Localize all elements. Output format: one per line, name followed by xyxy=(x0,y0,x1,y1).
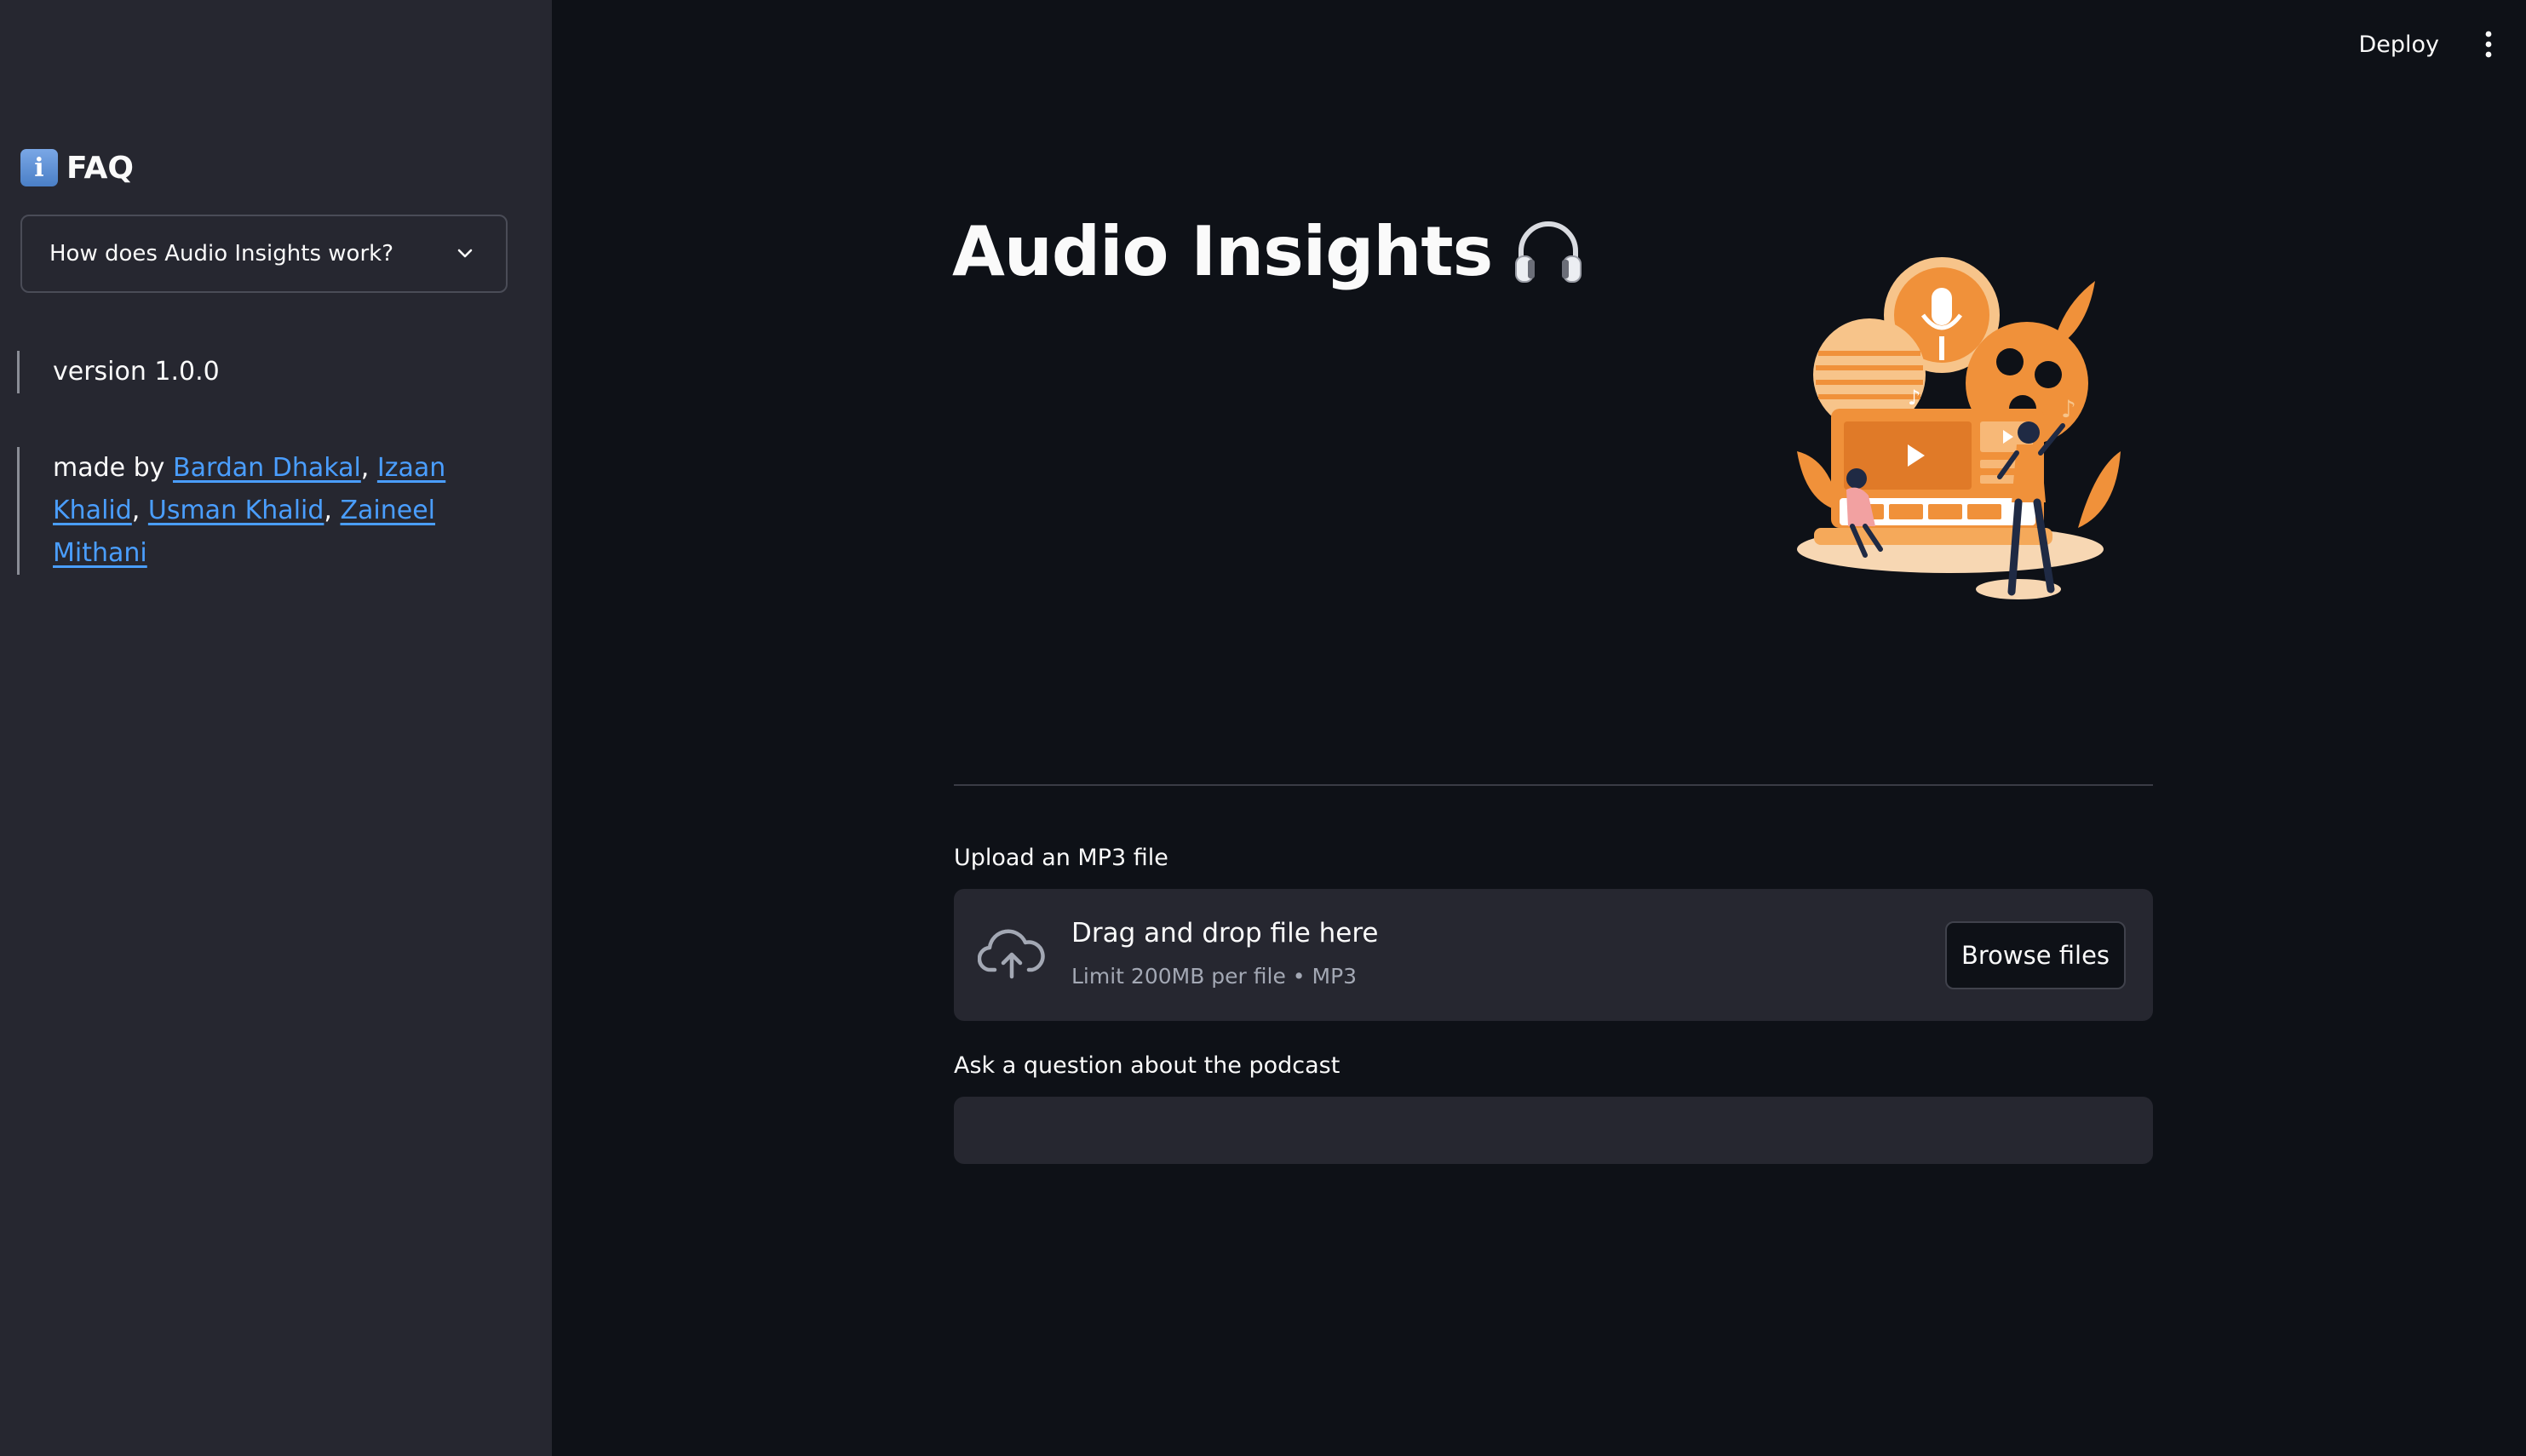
dropzone-title: Drag and drop file here xyxy=(1071,918,1379,949)
svg-text:♪: ♪ xyxy=(2061,395,2076,423)
podcast-illustration: ♪ ♪ xyxy=(1797,257,2121,599)
upload-label: Upload an MP3 file xyxy=(954,845,1168,871)
question-input[interactable] xyxy=(954,1097,2153,1164)
info-icon: i xyxy=(20,149,58,186)
kebab-menu-icon[interactable] xyxy=(2478,29,2499,60)
author-link-bardan[interactable]: Bardan Dhakal xyxy=(173,453,361,483)
version-text: version 1.0.0 xyxy=(53,357,220,387)
svg-text:♪: ♪ xyxy=(1908,386,1920,410)
cloud-upload-icon xyxy=(978,929,1045,979)
file-dropzone[interactable]: Drag and drop file here Limit 200MB per … xyxy=(954,889,2153,1021)
page-title: Audio Insights xyxy=(952,204,1586,298)
faq-heading: i FAQ xyxy=(20,145,134,191)
version-blockquote: version 1.0.0 xyxy=(17,351,220,393)
dropzone-limit: Limit 200MB per file • MP3 xyxy=(1071,964,1358,989)
browse-files-button[interactable]: Browse files xyxy=(1945,921,2126,989)
faq-heading-text: FAQ xyxy=(66,150,134,186)
chevron-down-icon xyxy=(457,249,473,258)
app-root: i FAQ How does Audio Insights work? vers… xyxy=(0,0,2526,1456)
credits-blockquote: made by Bardan Dhakal, Izaan Khalid, Usm… xyxy=(17,447,513,575)
deploy-button[interactable]: Deploy xyxy=(2350,24,2448,65)
headphones-icon xyxy=(1515,221,1582,283)
sidebar: i FAQ How does Audio Insights work? vers… xyxy=(0,0,552,1456)
faq-expander[interactable]: How does Audio Insights work? xyxy=(20,215,508,293)
author-link-usman[interactable]: Usman Khalid xyxy=(148,496,324,525)
question-label: Ask a question about the podcast xyxy=(954,1052,1341,1079)
faq-expander-label: How does Audio Insights work? xyxy=(49,241,393,267)
section-divider xyxy=(954,784,2153,786)
page-title-text: Audio Insights xyxy=(952,211,1493,291)
credits-prefix: made by xyxy=(53,453,173,483)
